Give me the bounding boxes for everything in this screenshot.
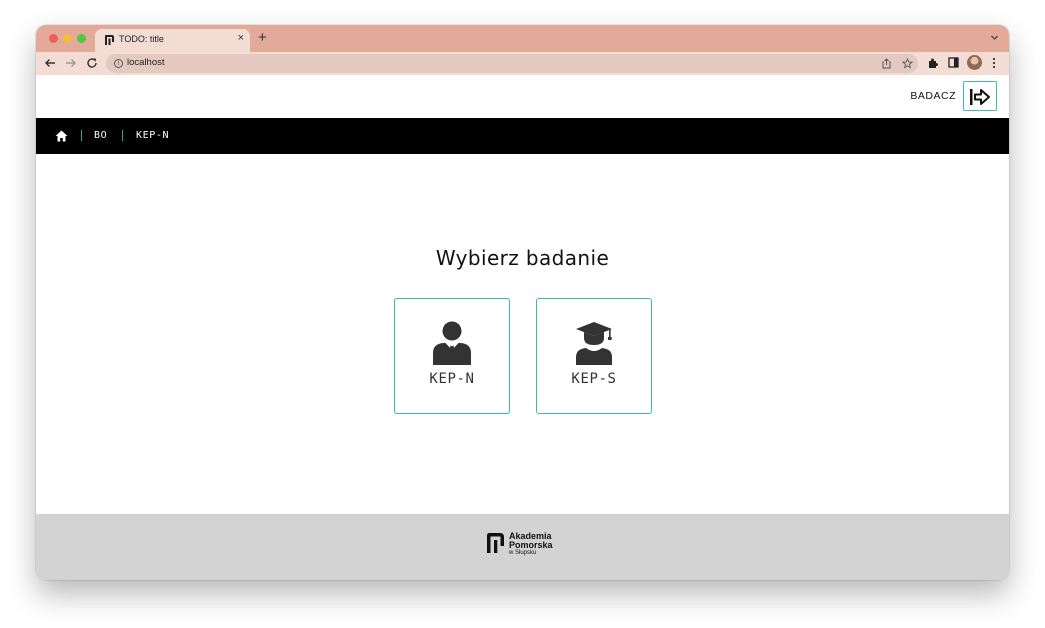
page-footer: Akademia Pomorska w Słupsku (36, 514, 1009, 580)
new-tab-button[interactable]: + (258, 30, 267, 45)
logout-button[interactable] (963, 81, 997, 111)
extensions-puzzle-icon[interactable] (927, 57, 939, 69)
share-icon[interactable] (881, 58, 892, 69)
graduate-icon (576, 322, 612, 365)
tab-strip: TODO: title × + (36, 25, 1009, 52)
url-text[interactable]: localhost (127, 57, 165, 68)
browser-tab[interactable]: TODO: title × (95, 29, 250, 52)
study-card-label: KEP-S (571, 371, 617, 387)
university-logo-mark-icon (487, 533, 504, 553)
tab-close-icon[interactable]: × (238, 32, 244, 44)
nav-link-kep-n[interactable]: KEP-N (136, 130, 169, 141)
user-role-label: BADACZ (910, 90, 956, 102)
study-card-kep-s[interactable]: KEP-S (536, 298, 652, 414)
nav-separator (81, 130, 82, 141)
university-logo[interactable]: Akademia Pomorska w Słupsku (486, 531, 560, 561)
minimize-window-button[interactable] (63, 34, 72, 43)
logout-icon (970, 89, 990, 105)
close-window-button[interactable] (49, 34, 58, 43)
favicon-icon (105, 35, 114, 45)
page-title: Wybierz badanie (435, 246, 610, 270)
menu-kebab-icon[interactable] (992, 57, 996, 69)
forward-arrow-icon[interactable] (65, 57, 77, 69)
bookmark-star-icon[interactable] (902, 58, 913, 69)
main-navbar: BO KEP-N (36, 118, 1009, 154)
page-content: BADACZ BO KEP-N Wybierz badanie KEP-N KE… (36, 75, 1009, 580)
reload-icon[interactable] (86, 57, 98, 69)
browser-window: TODO: title × + i localhost BADACZ BO KE… (36, 25, 1009, 580)
back-arrow-icon[interactable] (44, 57, 56, 69)
nav-separator (122, 130, 123, 141)
address-bar[interactable]: i localhost (106, 54, 918, 73)
site-info-icon[interactable]: i (114, 59, 123, 68)
tab-title: TODO: title (119, 34, 164, 44)
profile-avatar[interactable] (967, 55, 982, 70)
tab-search-chevron-icon[interactable] (990, 33, 999, 42)
maximize-window-button[interactable] (77, 34, 86, 43)
study-card-kep-n[interactable]: KEP-N (394, 298, 510, 414)
user-bar: BADACZ (36, 75, 1009, 118)
study-card-label: KEP-N (429, 371, 475, 387)
logo-text-line2: Pomorska (509, 540, 553, 550)
browser-toolbar: i localhost (36, 52, 1009, 75)
side-panel-icon[interactable] (948, 57, 959, 68)
home-icon[interactable] (55, 130, 68, 142)
businessman-icon (433, 321, 471, 365)
logo-text-line3: w Słupsku (509, 550, 537, 556)
nav-link-bo[interactable]: BO (94, 130, 107, 141)
